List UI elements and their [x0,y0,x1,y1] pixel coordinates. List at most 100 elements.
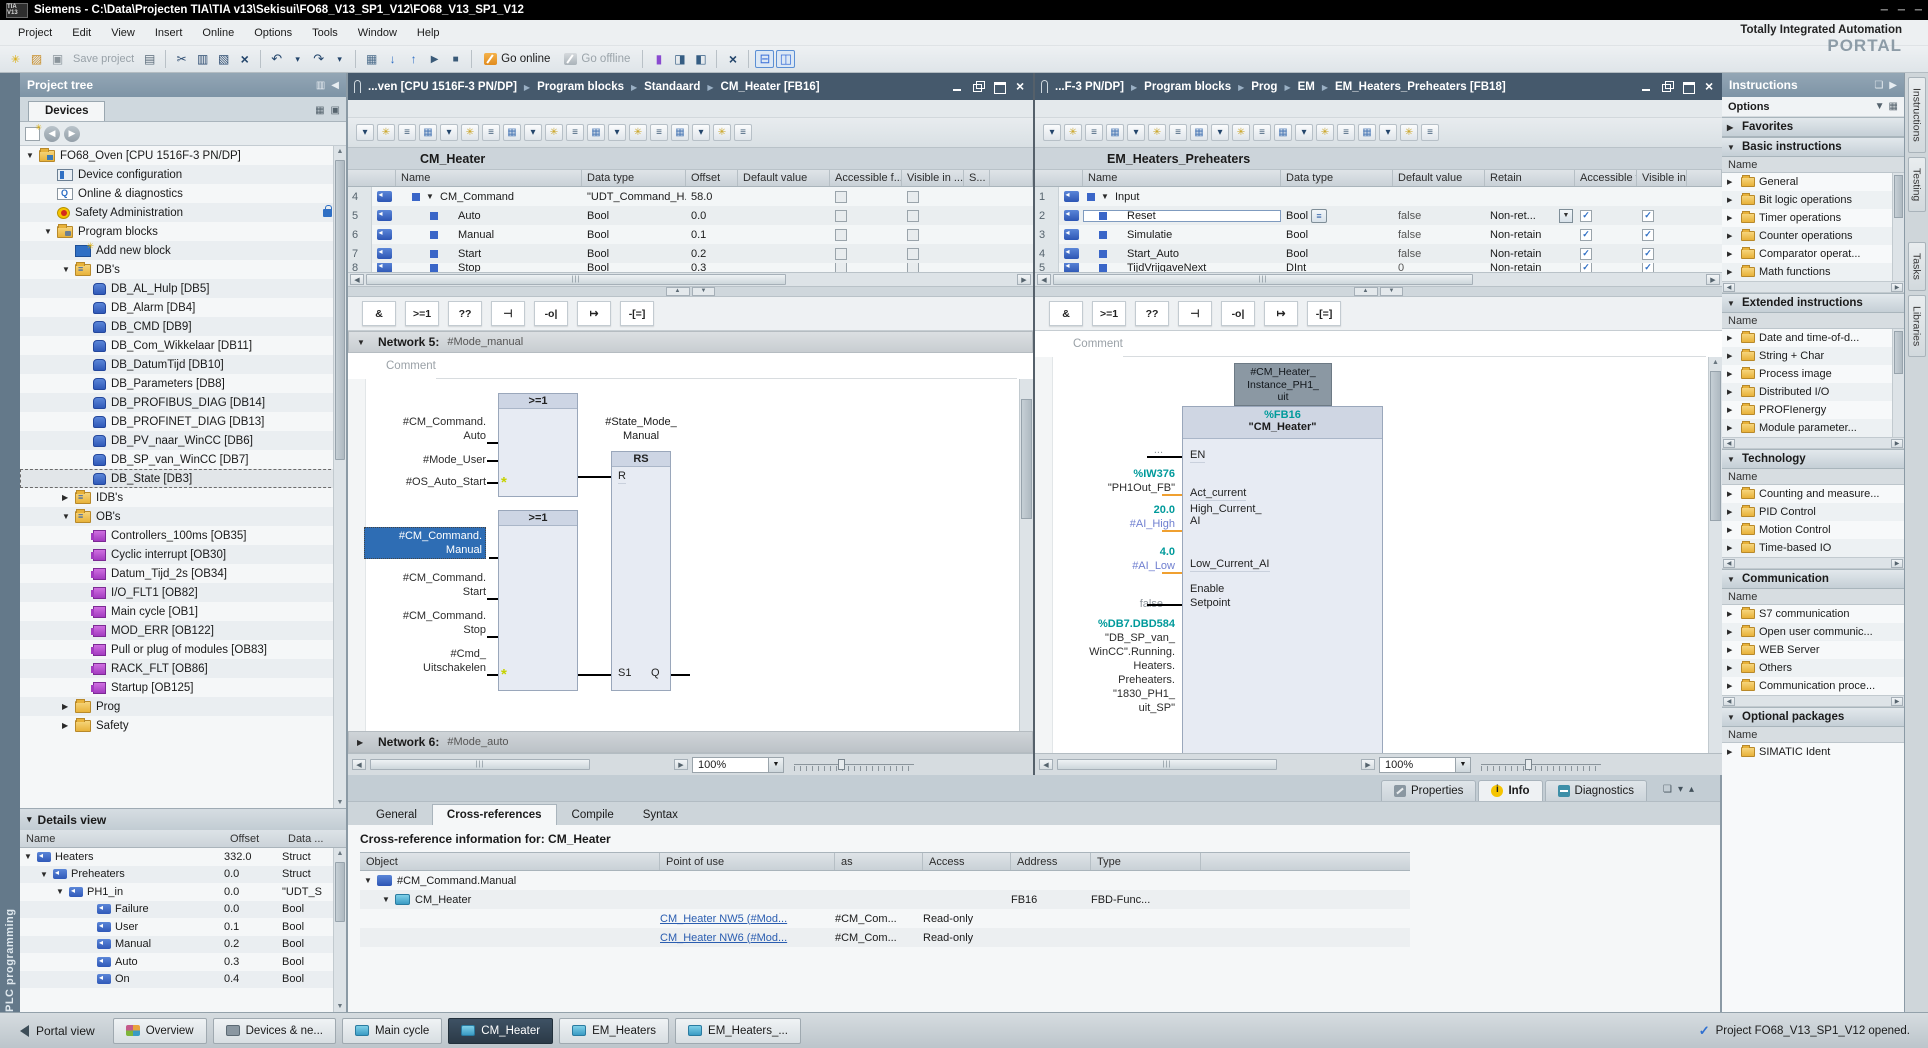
col-data-type[interactable]: Data type [1281,170,1393,186]
editor-toolbar-icon[interactable] [1358,124,1376,141]
inspector-tab[interactable]: Properties [1381,780,1476,801]
breadcrumb-item[interactable]: Program blocks [1124,81,1231,93]
titlebar-window-button[interactable]: ─ [1915,5,1922,16]
instruction-folder[interactable]: Distributed I/O [1722,383,1904,401]
instruction-folder[interactable]: WEB Server [1722,641,1904,659]
tree-item[interactable]: Safety Administration [20,203,346,222]
col-visible[interactable]: Visible in ... [1637,170,1687,186]
operand-en[interactable]: ... [1035,443,1163,457]
expander-icon[interactable] [40,870,53,879]
inspector-tab[interactable]: Info [1478,780,1542,801]
instruction-folder[interactable]: Math functions [1722,263,1904,281]
expander-icon[interactable] [1727,388,1737,396]
col-visible[interactable]: Visible in ... [902,170,964,186]
expander-icon[interactable] [1727,526,1737,534]
col-accessible[interactable]: Accessible f... [830,170,902,186]
fbd-palette-item[interactable]: -o| [534,301,568,326]
table-canvas-splitter[interactable]: ▲▼ [1035,287,1722,297]
cross-reference-row[interactable]: CM_Heater NW6 (#Mod... #CM_Com... Read-o… [360,928,1410,947]
editor-window-button[interactable] [993,81,1006,92]
col-name[interactable]: Name [1083,170,1281,186]
taskbar-editor-button[interactable]: EM_Heaters_... [675,1018,801,1044]
expander-icon[interactable] [1727,232,1737,240]
details-row[interactable]: Preheaters 0.0 Struct [20,866,346,884]
toolbar-icon[interactable] [425,50,444,68]
info-subtab[interactable]: Syntax [629,805,692,825]
details-row[interactable]: On 0.4 Bool [20,971,346,989]
var-name[interactable]: Stop [458,263,481,272]
var-retain[interactable]: Non-retain [1490,248,1541,260]
menu-item[interactable]: Help [407,23,450,43]
col-accessible[interactable]: Accessible f... [1575,170,1637,186]
tree-item[interactable]: MOD_ERR [OB122] [20,621,346,640]
menu-item[interactable]: Online [192,23,244,43]
breadcrumb-item[interactable]: Prog [1231,81,1277,93]
operand-act-current[interactable]: %IW376 "PH1Out_FB" [1035,467,1175,495]
editor-toolbar-icon[interactable] [377,124,395,141]
var-data-type[interactable]: "UDT_Command_H... [582,191,686,203]
menu-item[interactable]: Project [8,23,62,43]
interface-row[interactable]: 1 Input ≡ ▼ [1035,187,1722,206]
point-of-use-link[interactable]: CM_Heater NW5 (#Mod... [660,913,835,925]
tree-item[interactable]: DB_AL_Hulp [DB5] [20,279,346,298]
fbd-canvas-left[interactable]: >=1 #CM_Command.Auto #Mode_User #OS_Auto… [348,379,1033,731]
accessible-checkbox[interactable] [835,191,847,203]
interface-row[interactable]: 3 Simulatie Bool≡ false Non-retain▼ [1035,225,1722,244]
instruction-folder[interactable]: Process image [1722,365,1904,383]
tree-item[interactable]: Controllers_100ms [OB35] [20,526,346,545]
toolbar-icon[interactable] [404,50,423,68]
toolbar-icon[interactable] [288,50,307,68]
var-name[interactable]: Start [458,248,481,260]
operand-ai-low[interactable]: 4.0 #AI_Low [1035,545,1175,573]
editor-toolbar-icon[interactable] [545,124,563,141]
details-row[interactable]: Failure 0.0 Bool [20,901,346,919]
tree-item[interactable]: DB's [20,260,346,279]
taskbar-editor-button[interactable]: Devices & ne... [213,1018,336,1044]
editor-toolbar-icon[interactable] [1316,124,1334,141]
editor-toolbar-icon[interactable] [608,124,626,141]
var-name[interactable]: Start_Auto [1127,248,1179,260]
operand-cmd-uitschakelen[interactable]: #Cmd_Uitschakelen [366,647,486,675]
section-favorites[interactable]: Favorites [1722,117,1904,137]
var-data-type[interactable]: DInt [1286,263,1306,272]
zoom-select[interactable]: 100%▼ [1379,757,1471,773]
details-row[interactable]: Heaters 332.0 Struct [20,848,346,866]
toolbar-icon[interactable] [6,50,25,68]
float-icon[interactable]: ❏ [1663,784,1672,795]
accessible-checkbox[interactable] [835,210,847,222]
fbd-palette-item[interactable]: -o| [1221,301,1255,326]
var-data-type[interactable]: Bool [582,263,686,272]
tree-item[interactable]: Add new block [20,241,346,260]
fbd-palette-item[interactable]: & [362,301,396,326]
network-comment[interactable]: Comment [348,353,1033,379]
network-5-header[interactable]: Network 5: #Mode_manual [348,331,1033,353]
editor-toolbar-icon[interactable] [734,124,752,141]
var-data-type[interactable]: Bool [1286,248,1308,260]
fbd-palette-item[interactable]: >=1 [1092,301,1126,326]
expander-icon[interactable] [26,151,39,160]
table-canvas-splitter[interactable]: ▲▼ [348,287,1033,297]
expander-icon[interactable] [24,852,37,861]
operand-state-mode-manual[interactable]: #State_Mode_Manual [588,415,694,443]
visible-checkbox[interactable] [907,191,919,203]
breadcrumb-item[interactable]: ...ven [CPU 1516F-3 PN/DP] [368,81,517,93]
tree-item[interactable]: Device configuration [20,165,346,184]
instruction-folder[interactable]: Counting and measure... [1722,485,1904,503]
section-hscrollbar[interactable]: ◀▶ [1722,281,1904,293]
details-view-header[interactable]: ▾Details view [20,808,346,830]
col-default-value[interactable]: Default value [738,170,830,186]
col-offset[interactable]: Offset [224,833,282,845]
instruction-folder[interactable]: Module parameter... [1722,419,1904,437]
instruction-folder[interactable]: String + Char [1722,347,1904,365]
expander-icon[interactable] [1727,682,1737,690]
accessible-checkbox[interactable] [835,229,847,241]
taskbar-editor-button[interactable]: EM_Heaters [559,1018,669,1044]
tree-item[interactable]: Online & diagnostics [20,184,346,203]
taskbar-editor-button[interactable]: CM_Heater [448,1018,553,1044]
toolbar-icon[interactable] [362,50,381,68]
visible-checkbox[interactable] [1642,248,1654,260]
details-row[interactable]: User 0.1 Bool [20,918,346,936]
pin-en[interactable]: EN [1190,449,1205,463]
scroll-left-icon[interactable]: ◀ [352,759,366,770]
var-name[interactable]: TijdVrijgaveNext [1127,263,1206,272]
